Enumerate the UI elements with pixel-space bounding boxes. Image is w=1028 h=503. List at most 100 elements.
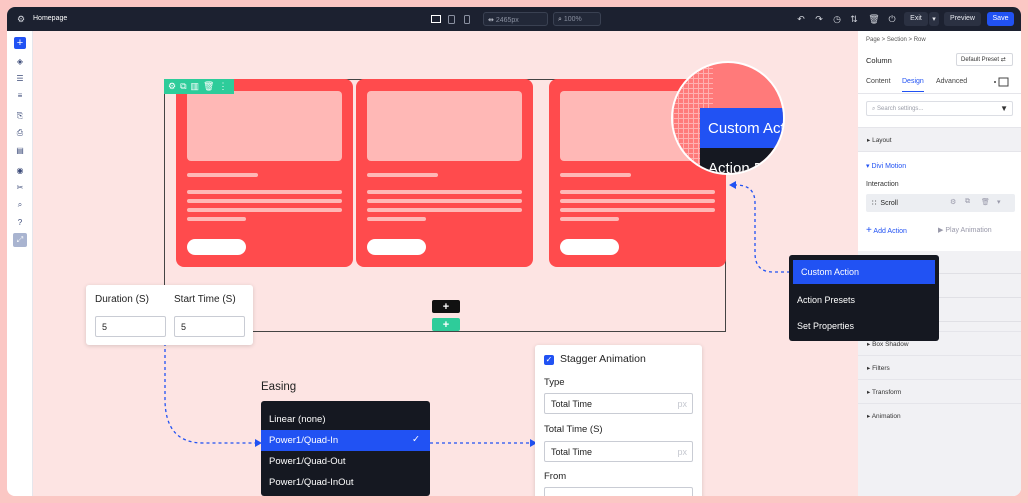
add-icon[interactable]: + [14, 37, 26, 49]
scroll-label: Scroll [880, 200, 898, 207]
section-label: Layout [872, 137, 892, 144]
start-time-input[interactable]: 5 [174, 316, 245, 337]
preset-switch-icon: ⇄ [1000, 57, 1006, 63]
section-transform[interactable]: ▸ Transform [858, 379, 1021, 403]
stagger-checkbox[interactable]: ✓ [544, 355, 554, 365]
content-card[interactable] [356, 79, 533, 267]
templates-icon[interactable]: ⎙ [14, 127, 26, 139]
redo-icon[interactable]: ↷ [813, 12, 825, 26]
tablet-view-icon[interactable] [445, 12, 457, 26]
start-time-label: Start Time (S) [174, 294, 236, 305]
tab-design[interactable]: Design [902, 78, 924, 92]
phone-view-icon[interactable] [461, 12, 473, 26]
action-menu-item[interactable]: Set Properties [789, 314, 939, 338]
desktop-view-icon[interactable] [430, 12, 442, 26]
type-input[interactable]: Total Time px [544, 393, 693, 414]
easing-option[interactable]: Power1/Quad-Out [261, 451, 430, 472]
page-settings-icon[interactable]: ⎘ [14, 110, 26, 122]
content-card[interactable] [176, 79, 353, 267]
responsive-icon[interactable] [993, 77, 1009, 87]
add-module-button[interactable]: + [432, 300, 460, 313]
more-icon[interactable]: ⋮ [218, 81, 227, 92]
duplicate-icon[interactable]: ⧉ [180, 81, 186, 92]
trash-icon[interactable]: 🗑 [203, 81, 214, 92]
add-action-button[interactable]: + Add Action [866, 225, 907, 236]
interaction-label: Interaction [866, 181, 899, 188]
play-animation-button[interactable]: ▶ Play Animation [938, 226, 992, 234]
filter-icon[interactable]: ▼ [1000, 104, 1008, 113]
card-text-bar [187, 208, 342, 212]
easing-option[interactable]: Linear (none) [261, 409, 430, 430]
power-icon[interactable]: ⏻ [886, 12, 898, 26]
easing-option[interactable]: Power1/Quad-InOut [261, 472, 430, 493]
from-input[interactable] [544, 487, 693, 496]
card-text-bar [560, 208, 715, 212]
settings-sliders-icon[interactable]: ≡ [14, 89, 26, 101]
card-text-bar [367, 190, 522, 194]
tab-content[interactable]: Content [866, 78, 891, 85]
layers-icon[interactable]: ◈ [14, 55, 26, 67]
page-name: Homepage [33, 15, 68, 22]
gear-icon[interactable]: ⚙ [15, 12, 27, 26]
preview-button[interactable]: Preview [944, 12, 981, 26]
preset-button[interactable]: Default Preset ⇄ [956, 53, 1013, 66]
save-button[interactable]: Save [987, 12, 1014, 26]
eye-icon[interactable]: ◉ [14, 164, 26, 176]
gear-icon[interactable]: ⚙ [950, 198, 956, 206]
plus-icon: + [442, 300, 450, 313]
width-value: 2465px [495, 17, 519, 24]
action-menu-item[interactable]: Action Presets [789, 288, 939, 312]
undo-icon[interactable]: ↶ [795, 12, 807, 26]
canvas: ⚙ ⧉ ▥ 🗑 ⋮ + + Custom Action Action Prese… [33, 31, 939, 496]
duration-input[interactable]: 5 [95, 316, 166, 337]
card-button[interactable] [187, 239, 246, 255]
action-menu-item[interactable]: Custom Action [793, 260, 935, 284]
card-text-bar [187, 199, 342, 203]
easing-title: Easing [261, 381, 297, 393]
duplicate-icon[interactable]: ⧉ [965, 198, 970, 206]
help-icon[interactable]: ? [14, 216, 26, 228]
section-layout[interactable]: ▸ Layout [858, 127, 1021, 151]
trash-icon[interactable]: 🗑 [868, 12, 880, 26]
trash-icon[interactable]: 🗑 [981, 198, 990, 206]
breadcrumb[interactable]: Page > Section > Row [866, 37, 926, 43]
play-label: Play Animation [945, 227, 992, 234]
database-icon[interactable]: ☰ [14, 72, 26, 84]
add-row-button[interactable]: + [432, 318, 460, 331]
type-label: Type [544, 377, 565, 388]
exit-button[interactable]: Exit [904, 12, 928, 26]
card-button[interactable] [367, 239, 426, 255]
type-unit: px [677, 399, 687, 409]
exit-dropdown-button[interactable]: ▾ [929, 12, 939, 26]
portability-icon[interactable]: ▤ [14, 144, 26, 156]
drag-handle-icon[interactable]: ∷ [872, 200, 876, 207]
card-title-bar [560, 173, 631, 177]
tab-advanced[interactable]: Advanced [936, 78, 967, 85]
card-text-bar [367, 208, 522, 212]
motion-toggle[interactable]: ▾ Divi Motion [866, 162, 906, 170]
action-menu: Custom Action Action Presets Set Propert… [789, 255, 939, 341]
width-field[interactable]: ⇹ 2465px [483, 12, 548, 26]
card-button[interactable] [560, 239, 619, 255]
card-text-bar [187, 190, 342, 194]
gear-icon[interactable]: ⚙ [168, 81, 176, 92]
sort-icon[interactable]: ⇅ [848, 12, 860, 26]
easing-menu: Linear (none) Power1/Quad-In ✓ Power1/Qu… [261, 401, 430, 496]
history-icon[interactable]: ◷ [831, 12, 843, 26]
add-action-label: Add Action [873, 228, 907, 235]
tools-icon[interactable]: ✂ [14, 181, 26, 193]
section-animation[interactable]: ▸ Animation [858, 403, 1021, 496]
total-time-input[interactable]: Total Time px [544, 441, 693, 462]
columns-icon[interactable]: ▥ [191, 81, 200, 92]
left-toolbar: + ◈ ☰ ≡ ⎘ ⎙ ▤ ◉ ✂ ⌕ ? ⤢ [7, 31, 33, 496]
caret-down-icon[interactable]: ▾ [997, 198, 1001, 206]
motion-icon[interactable]: ⤢ [13, 233, 27, 247]
timing-card: Duration (S) Start Time (S) 5 5 [86, 285, 253, 345]
zoom-field[interactable]: ⌕ 100% [553, 12, 601, 26]
search-icon[interactable]: ⌕ [14, 199, 26, 211]
easing-option[interactable]: Power1/Quad-In ✓ [261, 430, 430, 451]
search-settings-field[interactable]: ⌕ Search settings... ▼ [866, 101, 1013, 116]
card-text-bar [187, 217, 246, 221]
scroll-interaction-row[interactable]: ∷ Scroll ⚙ ⧉ 🗑 ▾ [866, 194, 1015, 212]
section-filters[interactable]: ▸ Filters [858, 355, 1021, 379]
